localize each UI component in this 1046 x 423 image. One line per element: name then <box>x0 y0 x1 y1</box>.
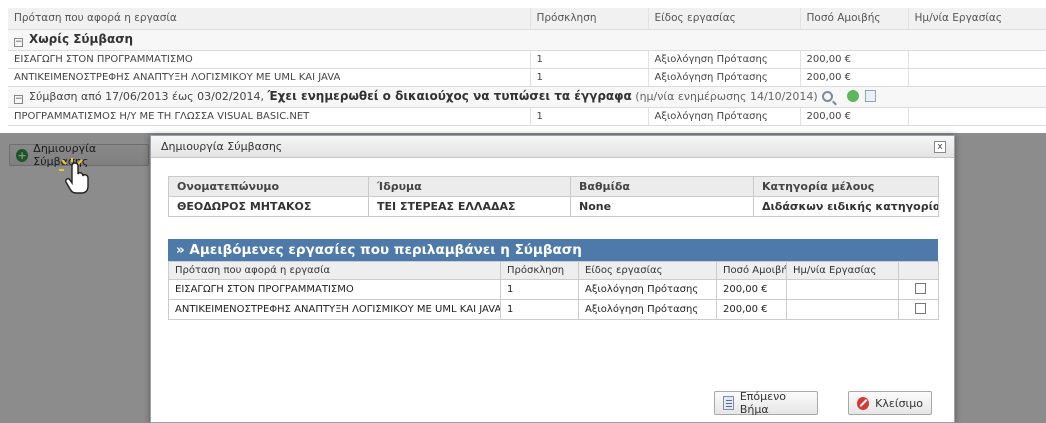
cell-date <box>786 299 899 320</box>
header-member-category: Κατηγορία μέλους <box>753 176 939 197</box>
dialog-title: Δημιουργία Σύμβασης <box>161 140 283 153</box>
collapse-toggle-icon[interactable]: − <box>14 95 23 104</box>
header-institution: Ίδρυμα <box>368 176 571 197</box>
cell-amount: 200,00 € <box>800 107 909 126</box>
cell-proposal: ΕΙΣΑΓΩΓΗ ΣΤΟΝ ΠΡΟΓΡΑΜΜΑΤΙΣΜΟ <box>168 279 501 300</box>
grid-col-date[interactable]: Ημ/νία Εργασίας <box>908 8 1046 30</box>
next-step-button[interactable]: Επόμενο Βήμα <box>714 390 818 416</box>
value-rank: None <box>570 196 754 217</box>
dialog-title-bar[interactable]: Δημιουργία Σύμβασης x <box>151 136 954 158</box>
cell-call: 1 <box>530 68 649 87</box>
member-info-table: Ονοματεπώνυμο Ίδρυμα Βαθμίδα Κατηγορία μ… <box>168 176 939 217</box>
group-title: Χωρίς Σύμβαση <box>29 32 134 46</box>
jobs-grid: Πρόταση που αφορά η εργασία Πρόσκληση Εί… <box>8 8 1046 126</box>
cell-proposal: ΕΙΣΑΓΩΓΗ ΣΤΟΝ ΠΡΟΓΡΑΜΜΑΤΙΣΜΟ <box>8 50 531 69</box>
group-header-contract[interactable]: − Σύμβαση από 17/06/2013 έως 03/02/2014, … <box>8 86 1046 108</box>
document-icon[interactable] <box>864 90 876 102</box>
group-contract-status: Έχει ενημερωθεί ο δικαιούχος να τυπώσει … <box>267 89 632 103</box>
group-header-no-contract[interactable]: − Χωρίς Σύμβαση <box>8 29 1046 51</box>
cell-amount: 200,00 € <box>800 68 909 87</box>
search-icon[interactable] <box>821 91 833 102</box>
cell-amount: 200,00 € <box>716 279 787 300</box>
cell-type: Αξιολόγηση Πρότασης <box>578 279 717 300</box>
member-info-header: Ονοματεπώνυμο Ίδρυμα Βαθμίδα Κατηγορία μ… <box>168 176 939 197</box>
cell-date <box>908 68 1046 87</box>
table-row[interactable]: ΑΝΤΙΚΕΙΜΕΝΟΣΤΡΕΦΗΣ ΑΝΑΠΤΥΞΗ ΛΟΓΙΣΜΙΚΟΥ Μ… <box>168 299 939 320</box>
paid-jobs-title: » Αμειβόμενες εργασίες που περιλαμβάνει … <box>168 239 938 261</box>
cell-date <box>786 279 899 300</box>
cell-select <box>898 279 939 300</box>
grid-col-type[interactable]: Είδος εργασίας <box>648 8 801 30</box>
paid-col-call: Πρόσκληση <box>500 261 579 280</box>
grid-col-proposal[interactable]: Πρόταση που αφορά η εργασία <box>8 8 531 30</box>
paid-jobs-panel: » Αμειβόμενες εργασίες που περιλαμβάνει … <box>168 239 939 320</box>
group-contract-notice-date: (ημ/νία ενημέρωσης 14/10/2014) <box>635 90 818 103</box>
header-fullname: Ονοματεπώνυμο <box>168 176 369 197</box>
paid-jobs-header: Πρόταση που αφορά η εργασία Πρόσκληση Εί… <box>168 261 939 280</box>
row-checkbox[interactable] <box>915 283 926 294</box>
paid-col-amount: Ποσό Αμοιβής <box>716 261 787 280</box>
grid-col-call[interactable]: Πρόσκληση <box>530 8 649 30</box>
close-icon[interactable]: x <box>934 141 946 153</box>
cell-type: Αξιολόγηση Πρότασης <box>578 299 717 320</box>
paid-col-proposal: Πρόταση που αφορά η εργασία <box>168 261 501 280</box>
cell-proposal: ΠΡΟΓΡΑΜΜΑΤΙΣΜΟΣ Η/Υ ΜΕ ΤΗ ΓΛΩΣΣΑ VISUAL … <box>8 107 531 126</box>
cell-amount: 200,00 € <box>716 299 787 320</box>
paid-col-date: Ημ/νία Εργασίας <box>786 261 899 280</box>
cell-call: 1 <box>500 279 579 300</box>
value-institution: ΤΕΙ ΣΤΕΡΕΑΣ ΕΛΛΑΔΑΣ <box>368 196 571 217</box>
close-button[interactable]: Κλείσιμο <box>848 391 932 415</box>
value-fullname: ΘΕΟΔΩΡΟΣ ΜΗΤΑΚΟΣ <box>168 196 369 217</box>
cell-proposal: ΑΝΤΙΚΕΙΜΕΝΟΣΤΡΕΦΗΣ ΑΝΑΠΤΥΞΗ ΛΟΓΙΣΜΙΚΟΥ Μ… <box>8 68 531 87</box>
paid-jobs-table: Πρόταση που αφορά η εργασία Πρόσκληση Εί… <box>168 261 939 320</box>
table-row[interactable]: ΕΙΣΑΓΩΓΗ ΣΤΟΝ ΠΡΟΓΡΑΜΜΑΤΙΣΜΟ 1 Αξιολόγησ… <box>168 279 939 300</box>
cell-type: Αξιολόγηση Πρότασης <box>648 107 801 126</box>
cell-amount: 200,00 € <box>800 50 909 69</box>
hand-cursor-icon <box>59 158 89 194</box>
collapse-toggle-icon[interactable]: − <box>14 38 23 47</box>
value-member-category: Διδάσκων ειδικής κατηγορίας <box>753 196 939 217</box>
check-circle-icon[interactable] <box>846 90 859 102</box>
paid-col-type: Είδος εργασίας <box>578 261 717 280</box>
cell-call: 1 <box>530 107 649 126</box>
table-row[interactable]: ΑΝΤΙΚΕΙΜΕΝΟΣΤΡΕΦΗΣ ΑΝΑΠΤΥΞΗ ΛΟΓΙΣΜΙΚΟΥ Μ… <box>8 68 1046 87</box>
close-label: Κλείσιμο <box>875 396 923 410</box>
member-info-row: ΘΕΟΔΩΡΟΣ ΜΗΤΑΚΟΣ ΤΕΙ ΣΤΕΡΕΑΣ ΕΛΛΑΔΑΣ Non… <box>168 196 939 217</box>
cell-select <box>898 299 939 320</box>
row-checkbox[interactable] <box>915 303 926 314</box>
cell-call: 1 <box>500 299 579 320</box>
cell-type: Αξιολόγηση Πρότασης <box>648 50 801 69</box>
next-step-label: Επόμενο Βήμα <box>739 390 786 416</box>
grid-header-row: Πρόταση που αφορά η εργασία Πρόσκληση Εί… <box>8 8 1046 30</box>
paid-col-select <box>898 261 939 280</box>
cell-date <box>908 50 1046 69</box>
cancel-icon <box>857 396 870 410</box>
cell-type: Αξιολόγηση Πρότασης <box>648 68 801 87</box>
cell-date <box>908 107 1046 126</box>
group-contract-dates: Σύμβαση από 17/06/2013 έως 03/02/2014, <box>29 90 265 103</box>
header-rank: Βαθμίδα <box>570 176 754 197</box>
table-row[interactable]: ΕΙΣΑΓΩΓΗ ΣΤΟΝ ΠΡΟΓΡΑΜΜΑΤΙΣΜΟ 1 Αξιολόγησ… <box>8 50 1046 69</box>
table-row[interactable]: ΠΡΟΓΡΑΜΜΑΤΙΣΜΟΣ Η/Υ ΜΕ ΤΗ ΓΛΩΣΣΑ VISUAL … <box>8 107 1046 126</box>
next-step-icon <box>723 396 734 410</box>
create-contract-dialog: Δημιουργία Σύμβασης x Ονοματεπώνυμο Ίδρυ… <box>150 135 955 423</box>
cell-proposal: ΑΝΤΙΚΕΙΜΕΝΟΣΤΡΕΦΗΣ ΑΝΑΠΤΥΞΗ ΛΟΓΙΣΜΙΚΟΥ Μ… <box>168 299 501 320</box>
cell-call: 1 <box>530 50 649 69</box>
grid-col-amount[interactable]: Ποσό Αμοιβής <box>800 8 909 30</box>
